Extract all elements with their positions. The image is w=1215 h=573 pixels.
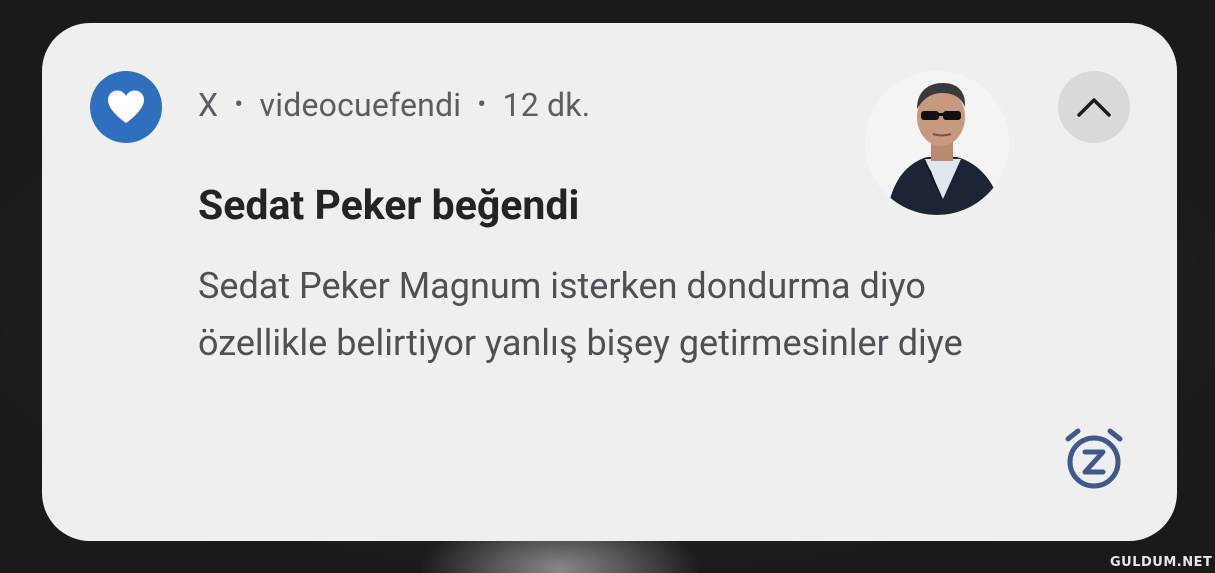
snooze-button[interactable] <box>1060 425 1128 493</box>
watermark: GULDUM.NET <box>1110 555 1213 570</box>
chevron-up-icon <box>1077 98 1111 117</box>
author-name: videocuefendi <box>259 86 462 124</box>
separator-dot: • <box>477 90 487 120</box>
avatar <box>865 71 1009 215</box>
body-line: özellikle belirtiyor yanlış bişey getirm… <box>198 322 963 364</box>
notification-title: Sedat Peker beğendi <box>198 182 580 230</box>
expand-button[interactable] <box>1058 71 1130 143</box>
app-name: X <box>198 86 219 124</box>
notification-body: Sedat Peker Magnum isterken dondurma diy… <box>198 258 1098 372</box>
heart-icon <box>108 90 144 123</box>
timestamp: 12 dk. <box>502 86 591 124</box>
app-icon <box>90 71 162 143</box>
separator-dot: • <box>234 90 244 120</box>
body-line: Sedat Peker Magnum isterken dondurma diy… <box>198 265 926 307</box>
notification-header: X • videocuefendi • 12 dk. <box>198 86 590 124</box>
snooze-alarm-icon <box>1065 428 1123 489</box>
avatar-image <box>865 71 1009 215</box>
